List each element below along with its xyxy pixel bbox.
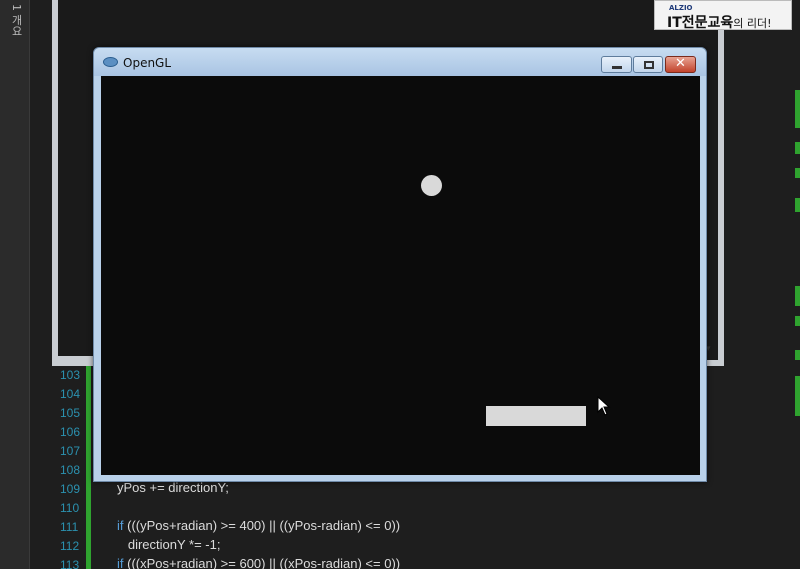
change-marker [795, 350, 800, 360]
line-number: 107 [60, 444, 81, 458]
mouse-cursor-icon [597, 396, 611, 416]
inner-pane-edge [52, 356, 96, 366]
change-marker [795, 168, 800, 178]
window-title: OpenGL [123, 56, 172, 70]
title-bar[interactable]: OpenGL ✕ [94, 48, 706, 76]
line-number: 110 [60, 501, 80, 515]
change-marker [795, 286, 800, 306]
code-line[interactable]: if (((yPos+radian) >= 400) || ((yPos-rad… [117, 518, 400, 533]
banner-main: IT전문교육 [667, 15, 734, 31]
ball [421, 175, 442, 196]
line-number: 108 [60, 463, 81, 477]
code-line[interactable]: directionY *= -1; [117, 537, 221, 552]
ide-left-strip: 1 개요 [0, 0, 30, 569]
line-number: 113 [60, 558, 80, 569]
scroll-markers [794, 90, 800, 510]
banner-brand: ALZIO [669, 4, 693, 12]
close-icon: ✕ [675, 56, 686, 71]
code-line[interactable]: if (((xPos+radian) >= 600) || ((xPos-rad… [117, 556, 400, 569]
change-marker [795, 376, 800, 416]
promo-banner: ALZIO IT전문교육의 리더! [654, 0, 792, 32]
vertical-tab-label[interactable]: 1 개요 [8, 4, 24, 37]
code-text: (((yPos+radian) >= 400) || ((yPos-radian… [123, 518, 401, 533]
opengl-window[interactable]: OpenGL ✕ [93, 47, 707, 482]
change-marker [795, 198, 800, 212]
maximize-button[interactable] [633, 56, 663, 73]
line-number: 104 [60, 387, 81, 401]
maximize-icon [644, 61, 654, 69]
banner-title: IT전문교육의 리더! [667, 12, 772, 32]
change-marker [795, 90, 800, 128]
line-number: 109 [60, 482, 81, 496]
banner-suffix: 의 리더! [733, 17, 772, 30]
line-number: 106 [60, 425, 81, 439]
change-marker [795, 142, 800, 154]
paddle [486, 406, 586, 426]
minimize-icon [612, 66, 622, 69]
change-marker [795, 316, 800, 326]
minimize-button[interactable] [601, 56, 632, 73]
close-button[interactable]: ✕ [665, 56, 696, 73]
code-line[interactable]: yPos += directionY; [117, 480, 229, 495]
line-number: 103 [60, 368, 81, 382]
line-number: 112 [60, 539, 80, 553]
line-number: 111 [60, 520, 79, 534]
opengl-app-icon[interactable] [103, 57, 118, 67]
code-text: (((xPos+radian) >= 600) || ((xPos-radian… [123, 556, 401, 569]
change-bar [86, 366, 91, 569]
line-number: 105 [60, 406, 81, 420]
